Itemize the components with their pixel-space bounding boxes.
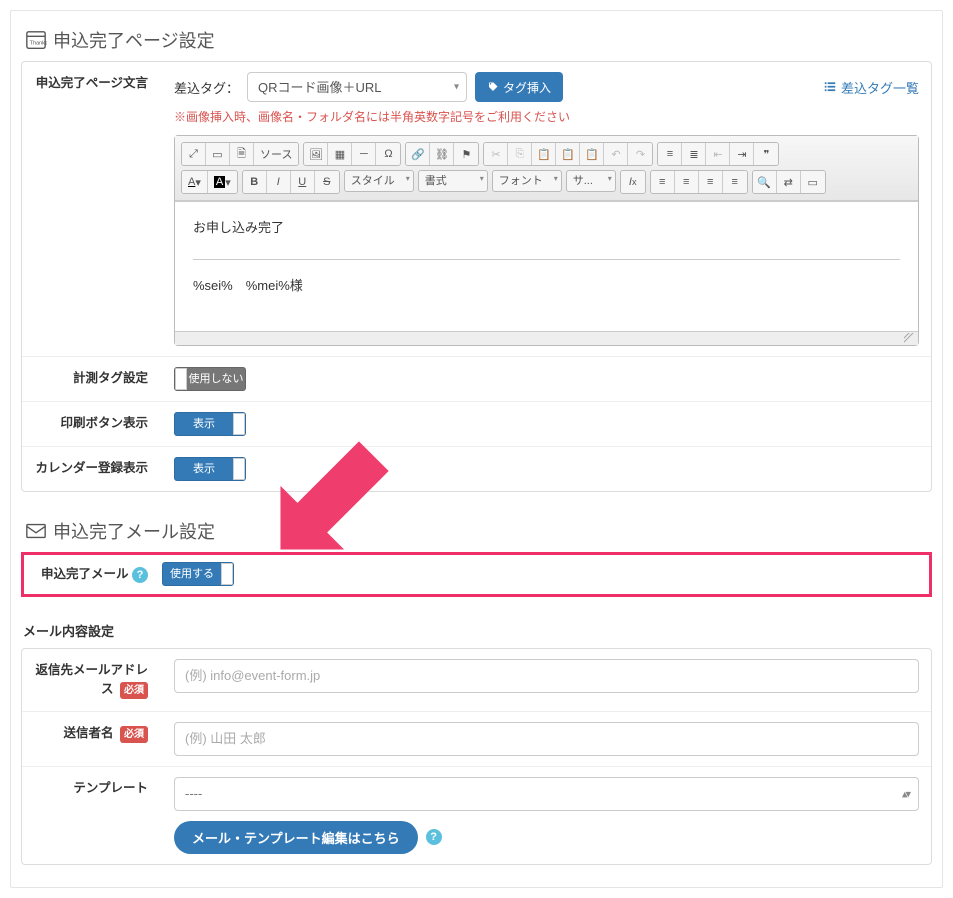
blocks-icon[interactable]: ▭ [206, 143, 230, 165]
page-settings-panel: 申込完了ページ文言 差込タグ： QRコード画像＋URL ▾ タグ挿入 差込タグ一… [21, 61, 932, 492]
anchor-icon[interactable]: ⚑ [454, 143, 478, 165]
label-calendar: カレンダー登録表示 [22, 447, 162, 491]
cut-icon[interactable]: ✂ [484, 143, 508, 165]
mail-icon [25, 520, 47, 542]
mail-enable-highlight: 申込完了メール ? 使用する [21, 552, 932, 597]
align-right-icon[interactable]: ≡ [699, 171, 723, 193]
help-icon[interactable]: ? [426, 829, 442, 845]
label-tracking: 計測タグ設定 [22, 357, 162, 401]
editor-toolbar: ⤢ ▭ 🗎 ソース 🖼 ▦ ─ Ω 🔗 [175, 136, 918, 201]
source-button[interactable]: ソース [254, 143, 298, 165]
align-center-icon[interactable]: ≡ [675, 171, 699, 193]
bulleted-list-icon[interactable]: ≣ [682, 143, 706, 165]
editor-body[interactable]: お申し込み完了 %sei% %mei%様 [175, 201, 918, 331]
insert-tag-button[interactable]: タグ挿入 [475, 72, 563, 102]
section-header-mail: 申込完了メール設定 [21, 510, 932, 552]
style-select[interactable]: スタイル [344, 170, 414, 192]
strike-icon[interactable]: S [315, 171, 339, 193]
size-select[interactable]: サ... [566, 170, 616, 192]
select-all-icon[interactable]: ▭ [801, 171, 825, 193]
find-icon[interactable]: 🔍 [753, 171, 777, 193]
svg-text:Thanks: Thanks [30, 41, 47, 47]
editor-resize-handle[interactable] [175, 331, 918, 345]
image-warning: ※画像挿入時、画像名・フォルダ名には半角英数字記号をご利用ください [174, 108, 919, 125]
help-icon[interactable]: ? [132, 567, 148, 583]
label-print: 印刷ボタン表示 [22, 402, 162, 446]
label-template: テンプレート [22, 767, 162, 864]
reply-to-input[interactable] [174, 659, 919, 693]
list-icon [823, 80, 837, 94]
tag-list-link[interactable]: 差込タグ一覧 [823, 78, 919, 97]
redo-icon[interactable]: ↷ [628, 143, 652, 165]
mail-enable-toggle[interactable]: 使用する [162, 562, 234, 586]
paste-text-icon[interactable]: 📋 [556, 143, 580, 165]
indent-icon[interactable]: ⇥ [730, 143, 754, 165]
merge-tag-select[interactable]: QRコード画像＋URL [247, 72, 467, 102]
mail-enable-panel: 申込完了メール ? 使用する [21, 552, 932, 597]
thanks-page-icon: Thanks [25, 29, 47, 51]
replace-icon[interactable]: ⇄ [777, 171, 801, 193]
tracking-toggle[interactable]: 使用しない [174, 367, 246, 391]
hr-icon[interactable]: ─ [352, 143, 376, 165]
label-sender: 送信者名 [64, 726, 114, 740]
sender-input[interactable] [174, 722, 919, 756]
underline-icon[interactable]: U [291, 171, 315, 193]
remove-format-icon[interactable]: Ix [621, 171, 645, 193]
table-icon[interactable]: ▦ [328, 143, 352, 165]
paste-icon[interactable]: 📋 [532, 143, 556, 165]
bg-color-button[interactable]: A ▾ [208, 171, 237, 193]
required-badge: 必須 [120, 682, 148, 699]
paste-word-icon[interactable]: 📋 [580, 143, 604, 165]
link-icon[interactable]: 🔗 [406, 143, 430, 165]
editor-line-1: お申し込み完了 [193, 216, 900, 241]
align-justify-icon[interactable]: ≡ [723, 171, 747, 193]
section-title: 申込完了ページ設定 [53, 27, 215, 53]
undo-icon[interactable]: ↶ [604, 143, 628, 165]
font-select[interactable]: フォント [492, 170, 562, 192]
special-char-icon[interactable]: Ω [376, 143, 400, 165]
blockquote-icon[interactable]: ❞ [754, 143, 778, 165]
tag-icon [487, 81, 499, 93]
editor-line-2: %sei% %mei%様 [193, 274, 900, 299]
print-toggle[interactable]: 表示 [174, 412, 246, 436]
merge-tag-label: 差込タグ： [174, 78, 239, 97]
numbered-list-icon[interactable]: ≡ [658, 143, 682, 165]
template-select[interactable]: ---- [174, 777, 919, 811]
page-icon[interactable]: 🗎 [230, 143, 254, 165]
maximize-icon[interactable]: ⤢ [182, 143, 206, 165]
mail-content-header: メール内容設定 [21, 615, 932, 648]
required-badge: 必須 [120, 726, 148, 743]
label-page-text: 申込完了ページ文言 [22, 62, 162, 356]
outdent-icon[interactable]: ⇤ [706, 143, 730, 165]
image-icon[interactable]: 🖼 [304, 143, 328, 165]
format-select[interactable]: 書式 [418, 170, 488, 192]
label-mail-enable: 申込完了メール [41, 567, 129, 581]
section-header-page: Thanks 申込完了ページ設定 [21, 19, 932, 61]
unlink-icon[interactable]: ⛓ [430, 143, 454, 165]
rich-text-editor: ⤢ ▭ 🗎 ソース 🖼 ▦ ─ Ω 🔗 [174, 135, 919, 346]
copy-icon[interactable]: ⎘ [508, 143, 532, 165]
section-title-mail: 申込完了メール設定 [53, 518, 215, 544]
mail-content-panel: 返信先メールアドレス 必須 送信者名 必須 テンプレート ---- ▴▾ メール… [21, 648, 932, 865]
text-color-button[interactable]: A ▾ [182, 171, 208, 193]
bold-icon[interactable]: B [243, 171, 267, 193]
align-left-icon[interactable]: ≡ [651, 171, 675, 193]
calendar-toggle[interactable]: 表示 [174, 457, 246, 481]
italic-icon[interactable]: I [267, 171, 291, 193]
edit-template-button[interactable]: メール・テンプレート編集はこちら [174, 821, 418, 854]
